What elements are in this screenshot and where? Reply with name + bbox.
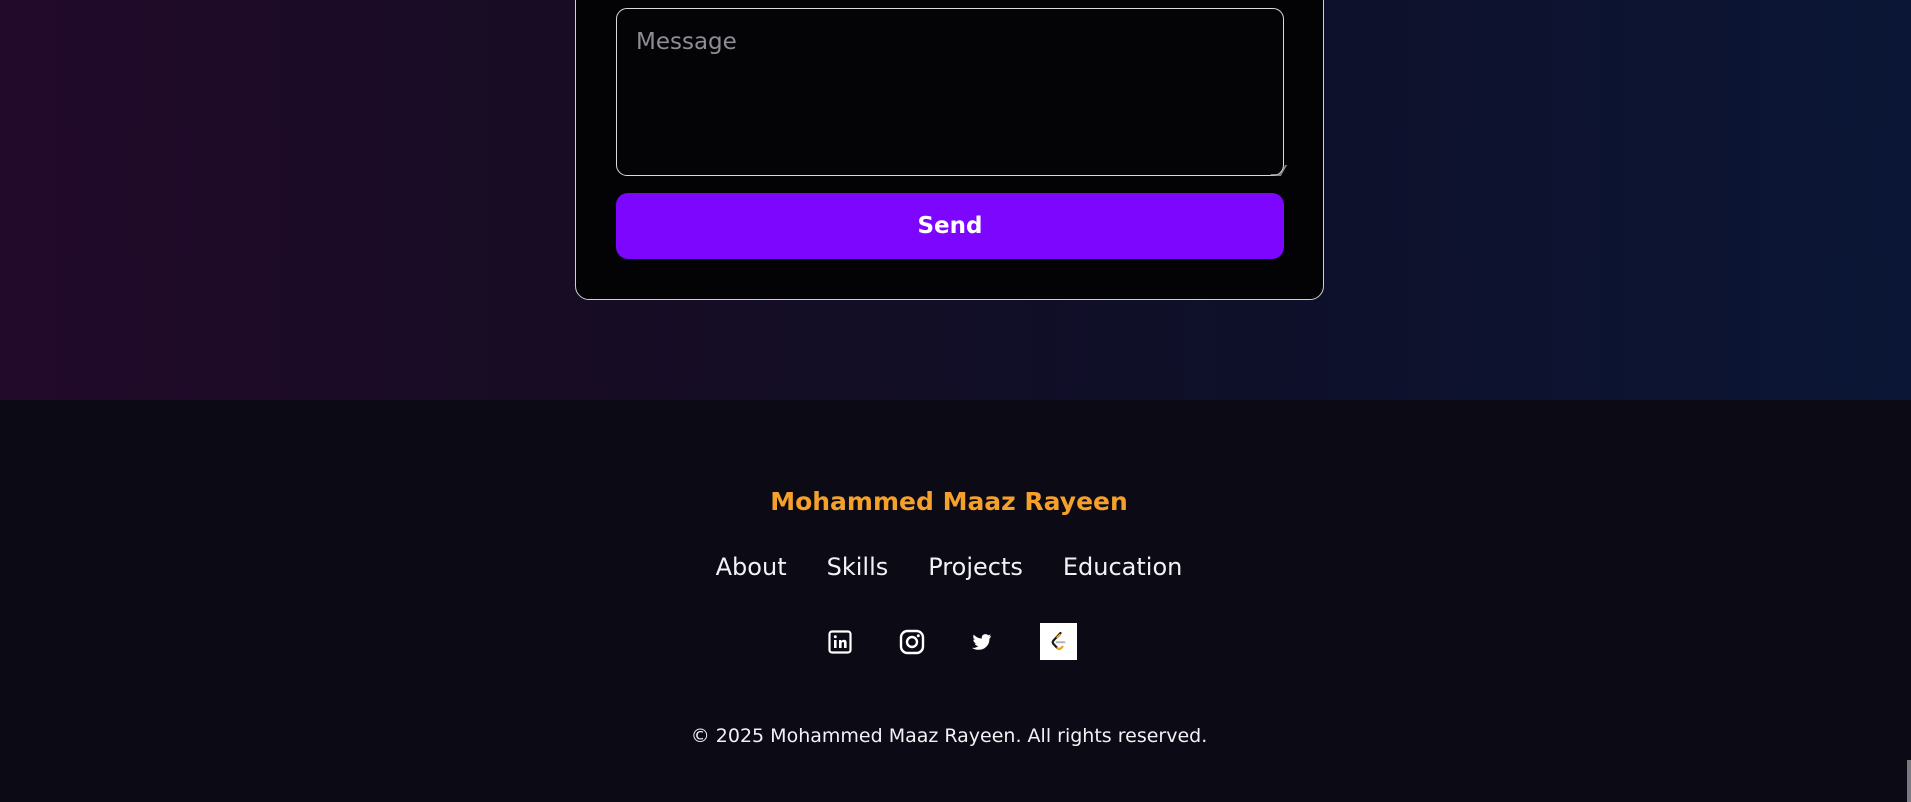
page-scrollbar[interactable]	[1907, 760, 1911, 802]
message-field[interactable]	[616, 8, 1284, 176]
footer-wave-divider	[0, 401, 1911, 430]
footer-nav: About Skills Projects Education	[0, 553, 1898, 581]
copyright-text: © 2025 Mohammed Maaz Rayeen. All rights …	[690, 725, 1208, 747]
footer-link-education[interactable]: Education	[1063, 553, 1182, 581]
social-links	[0, 623, 1898, 660]
footer-link-projects[interactable]: Projects	[928, 553, 1023, 581]
linkedin-icon[interactable]	[822, 623, 859, 660]
footer-brand-name: Mohammed Maaz Rayeen	[770, 487, 1128, 516]
twitter-icon[interactable]	[966, 623, 1003, 660]
instagram-icon[interactable]	[894, 623, 931, 660]
footer-link-skills[interactable]: Skills	[827, 553, 889, 581]
send-button[interactable]: Send	[616, 193, 1284, 259]
footer-link-about[interactable]: About	[716, 553, 787, 581]
page: Send Mohammed Maaz Rayeen About Skills P…	[0, 0, 1911, 802]
leetcode-icon[interactable]	[1039, 623, 1077, 660]
